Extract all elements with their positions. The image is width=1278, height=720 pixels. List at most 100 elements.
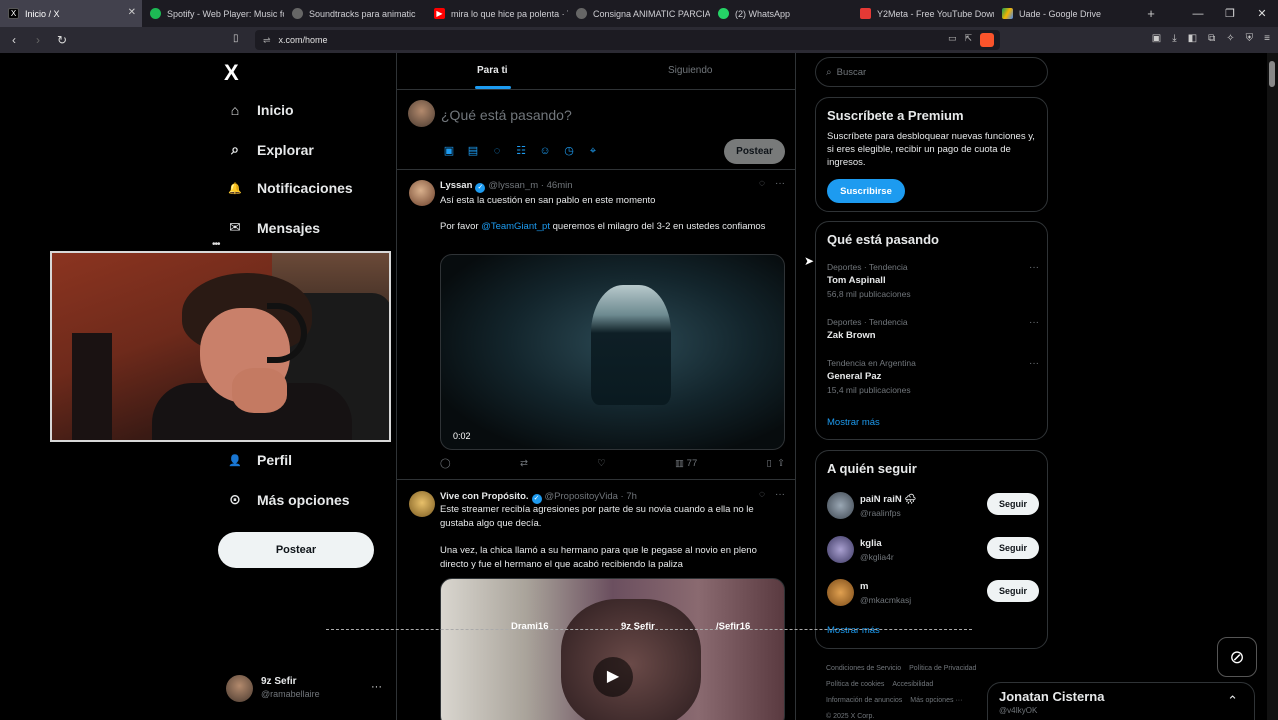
grok-icon[interactable]: ◌ (759, 489, 765, 500)
trend-item[interactable]: Deportes · Tendencia Tom Aspinall 56,8 m… (827, 262, 1039, 299)
vpn-icon[interactable]: ⛨ (1246, 33, 1254, 44)
brave-shield-icon[interactable] (980, 33, 994, 47)
more-dots-icon[interactable]: ··· (1029, 317, 1039, 328)
x-logo[interactable]: X (224, 60, 239, 86)
footer-link[interactable]: Condiciones de Servicio (826, 665, 901, 672)
tweet-author-name[interactable]: Vive con Propósito. (440, 491, 529, 502)
tab-para-ti[interactable]: Para ti (477, 65, 508, 76)
avatar[interactable] (409, 180, 435, 206)
close-window-icon[interactable]: ✕ (1246, 7, 1278, 20)
show-more-link[interactable]: Mostrar más (827, 417, 880, 428)
download-icon[interactable]: ⤓ (1172, 33, 1176, 44)
bookmark-icon[interactable]: ▯ (233, 33, 239, 44)
new-tab-button[interactable]: + (1136, 6, 1166, 21)
subscribe-button[interactable]: Suscribirse (827, 179, 905, 203)
poll-icon[interactable]: ☷ (515, 145, 527, 157)
follow-suggestion[interactable]: kglia @kglia4r Seguir (827, 535, 1039, 565)
tweet-video[interactable]: Drami16 9z Sefir /Sefir16 ▶ (440, 578, 785, 720)
close-icon[interactable]: ✕ (128, 7, 136, 18)
sidebar-item-mas-opciones[interactable]: ⊙ Más opciones (226, 491, 349, 508)
trend-item[interactable]: Deportes · Tendencia Zak Brown ··· (827, 317, 1039, 341)
browser-tab-3[interactable]: ▶ mira lo que hice pa polenta · Y (426, 0, 568, 27)
scrollbar-thumb[interactable] (1269, 61, 1275, 87)
search-input[interactable]: ⌕ Buscar (815, 57, 1048, 87)
emoji-icon[interactable]: ☺ (539, 145, 551, 157)
gif-icon[interactable]: ▤ (467, 145, 479, 157)
avatar[interactable] (409, 491, 435, 517)
maximize-icon[interactable]: ❐ (1214, 7, 1246, 20)
minimize-icon[interactable]: — (1182, 8, 1214, 20)
browser-tab-7[interactable]: Uade - Google Drive (994, 0, 1136, 27)
share-icon[interactable]: ⇱ (964, 33, 972, 47)
sidebar-item-mensajes[interactable]: ✉ Mensajes (226, 219, 320, 236)
browser-tab-1[interactable]: Spotify - Web Player: Music fo (142, 0, 284, 27)
compose-input[interactable]: ¿Qué está pasando? (441, 107, 572, 123)
grok-button[interactable]: ⊘ (1217, 637, 1257, 677)
tweet-video[interactable]: 0:02 (440, 254, 785, 450)
tweet-author-name[interactable]: Lyssan (440, 180, 472, 191)
forward-icon[interactable]: › (28, 33, 48, 47)
reload-icon[interactable]: ↻ (52, 33, 72, 47)
more-dots-icon[interactable]: ··· (775, 489, 785, 500)
show-more-link[interactable]: Mostrar más (827, 625, 880, 636)
puzzle-icon[interactable]: ✧ (1226, 33, 1234, 44)
menu-icon[interactable]: ≡ (1264, 33, 1270, 44)
sidebar-item-notificaciones[interactable]: 🔔 Notificaciones (226, 180, 353, 196)
account-switcher[interactable]: 9z Sefir @ramabellaire ··· (226, 673, 386, 705)
tweet[interactable]: Vive con Propósito. ✓ @PropositoyVida · 7h… (397, 481, 795, 720)
follow-button[interactable]: Seguir (987, 493, 1039, 515)
sidebar-item-perfil[interactable]: 👤 Perfil (226, 452, 292, 468)
views-icon[interactable]: ▥ 77 (675, 458, 697, 469)
follow-suggestion[interactable]: m @mkacmkasj Seguir (827, 578, 1039, 608)
follow-button[interactable]: Seguir (987, 537, 1039, 559)
site-info-icon[interactable]: ⇌ (263, 35, 271, 46)
wallet-icon[interactable]: ▣ (1152, 33, 1161, 44)
messages-drawer[interactable]: Jonatan Cisterna @v4IkyOK ⌃ (987, 682, 1255, 720)
page-scrollbar[interactable] (1267, 53, 1278, 720)
reply-icon[interactable]: ◯ (440, 458, 451, 469)
address-bar[interactable]: ▯ ⇌ x.com/home ▭ ⇱ (233, 30, 1000, 50)
composer-post-button[interactable]: Postear (724, 139, 785, 164)
footer-link[interactable]: Información de anuncios (826, 697, 902, 704)
repost-icon[interactable]: ⇄ (520, 458, 528, 469)
mention-link[interactable]: @TeamGiant_pt (481, 221, 550, 232)
back-icon[interactable]: ‹ (4, 33, 24, 47)
grok-icon[interactable]: ◌ (491, 145, 503, 157)
trend-item[interactable]: Tendencia en Argentina General Paz 15,4 … (827, 358, 1039, 395)
tweet-handle[interactable]: @lyssan_m (488, 180, 538, 191)
footer-link[interactable]: Accesibilidad (892, 681, 933, 688)
more-dots-icon[interactable]: ··· (1029, 262, 1039, 273)
footer-link[interactable]: Más opciones ··· (910, 697, 962, 704)
sidebar-icon[interactable]: ◧ (1188, 33, 1197, 44)
image-icon[interactable]: ▣ (443, 145, 455, 157)
more-dots-icon[interactable]: ··· (371, 681, 382, 693)
grok-icon[interactable]: ◌ (759, 178, 765, 189)
tweet-handle[interactable]: @PropositoyVida (545, 491, 618, 502)
sidebar-item-explorar[interactable]: ⌕ Explorar (226, 141, 314, 158)
tweet[interactable]: Lyssan ✓ @lyssan_m · 46min ◌ ··· Así esta … (397, 170, 795, 480)
sidebar-post-button[interactable]: Postear (218, 532, 374, 568)
follow-suggestion[interactable]: paiN raiN 🌧 @raalinfps Seguir (827, 491, 1039, 521)
browser-tab-4[interactable]: Consigna ANIMATIC PARCIAL (568, 0, 710, 27)
location-icon[interactable]: ⌖ (587, 145, 599, 157)
extensions-icon[interactable]: ⧉ (1208, 33, 1215, 44)
pip-icon[interactable]: ▭ (948, 33, 957, 47)
follow-button[interactable]: Seguir (987, 580, 1039, 602)
chevron-up-icon[interactable]: ⌃ (1227, 693, 1238, 709)
browser-tab-0[interactable]: X Inicio / X ✕ (0, 0, 142, 27)
play-icon[interactable]: ▶ (593, 657, 633, 697)
footer-link[interactable]: Política de cookies (826, 681, 884, 688)
tab-siguiendo[interactable]: Siguiendo (668, 65, 712, 76)
footer-link[interactable]: Política de Privacidad (909, 665, 976, 672)
tweet-time[interactable]: 46min (547, 180, 573, 191)
bookmark-share-icons[interactable]: ▯ ⇪ (767, 458, 785, 469)
tweet-time[interactable]: 7h (626, 491, 637, 502)
sidebar-item-inicio[interactable]: ⌂ Inicio (226, 102, 294, 118)
schedule-icon[interactable]: ◷ (563, 145, 575, 157)
browser-tab-5[interactable]: (2) WhatsApp (710, 0, 852, 27)
browser-tab-2[interactable]: Soundtracks para animatic (284, 0, 426, 27)
like-icon[interactable]: ♡ (597, 458, 606, 469)
more-dots-icon[interactable]: ··· (1029, 358, 1039, 369)
more-dots-icon[interactable]: ··· (775, 178, 785, 189)
browser-tab-6[interactable]: Y2Meta - Free YouTube Downl (852, 0, 994, 27)
